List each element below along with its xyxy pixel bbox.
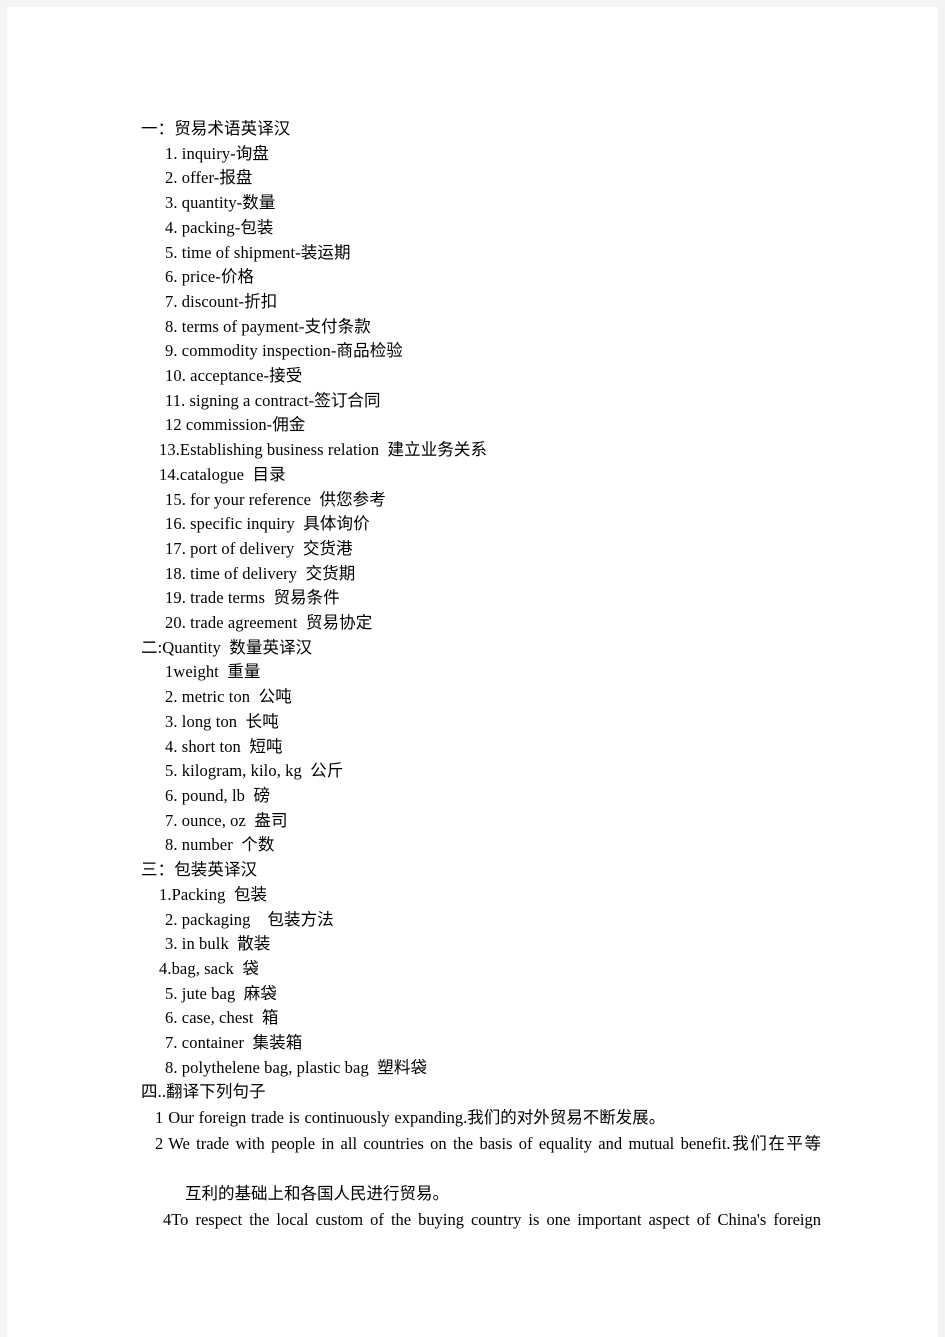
list-item: 2. metric ton 公吨 <box>165 687 292 707</box>
sentence-english: We trade with people in all countries on… <box>168 1133 731 1153</box>
list-item: 14.catalogue 目录 <box>159 464 286 484</box>
sentence-number: 4 <box>163 1209 172 1229</box>
section-heading: 四..翻译下列句子 <box>141 1082 266 1102</box>
list-item: 17. port of delivery 交货港 <box>165 538 353 558</box>
list-item: 4. short ton 短吨 <box>165 736 283 756</box>
sentence-item: 4To respect the local custom of the buyi… <box>141 1207 821 1258</box>
list-item: 6. case, chest 箱 <box>165 1008 279 1028</box>
list-item: 19. trade terms 贸易条件 <box>165 588 340 608</box>
sentence-line: 2 We trade with people in all countries o… <box>155 1131 821 1182</box>
section-sentence-translation: 四..翻译下列句子 1 Our foreign trade is continuo… <box>141 1080 821 1257</box>
list-item: 20. trade agreement 贸易协定 <box>165 613 373 633</box>
list-item: 9. commodity inspection-商品检验 <box>165 341 403 361</box>
section-heading: 二:Quantity 数量英译汉 <box>141 637 313 657</box>
list-item: 7. discount-折扣 <box>165 291 278 311</box>
sentence-number: 1 <box>155 1108 164 1128</box>
list-item: 4.bag, sack 袋 <box>159 958 259 978</box>
list-item: 13.Establishing business relation 建立业务关系 <box>159 440 488 460</box>
list-item: 12 commission-佣金 <box>165 415 306 435</box>
list-item: 1weight 重量 <box>165 662 261 682</box>
sentence-line: 4To respect the local custom of the buyi… <box>163 1210 821 1229</box>
list-item: 2. offer-报盘 <box>165 168 253 188</box>
sentence-chinese: 我们的对外贸易不断发展。 <box>467 1108 666 1128</box>
list-item: 8. number 个数 <box>165 835 275 855</box>
list-item: 3. in bulk 散装 <box>165 934 271 954</box>
list-item: 1.Packing 包装 <box>159 884 268 904</box>
list-item: 3. quantity-数量 <box>165 193 276 213</box>
list-item: 1. inquiry-询盘 <box>165 143 269 163</box>
list-item: 11. signing a contract-签订合同 <box>165 390 381 410</box>
list-item: 8. polythelene bag, plastic bag 塑料袋 <box>165 1057 428 1077</box>
list-item: 18. time of delivery 交货期 <box>165 563 356 583</box>
list-item: 15. for your reference 供您参考 <box>165 489 386 509</box>
sentence-continuation: 互利的基础上和各国人民进行贸易。 <box>185 1184 449 1204</box>
list-item: 4. packing-包装 <box>165 217 274 237</box>
section-trade-terms: 一：贸易术语英译汉 1. inquiry-询盘 2. offer-报盘 3. q… <box>141 117 821 636</box>
sentence-chinese: 我们在平等 <box>730 1133 821 1153</box>
list-item: 3. long ton 长吨 <box>165 711 279 731</box>
list-item: 8. terms of payment-支付条款 <box>165 316 371 336</box>
list-item: 6. pound, lb 磅 <box>165 785 271 805</box>
document-content: 一：贸易术语英译汉 1. inquiry-询盘 2. offer-报盘 3. q… <box>141 117 821 1258</box>
list-item: 5. kilogram, kilo, kg 公斤 <box>165 761 344 781</box>
list-item: 5. jute bag 麻袋 <box>165 983 277 1003</box>
section-heading: 三：包装英译汉 <box>141 860 258 880</box>
list-item: 16. specific inquiry 具体询价 <box>165 514 370 534</box>
document-page: 一：贸易术语英译汉 1. inquiry-询盘 2. offer-报盘 3. q… <box>7 7 938 1337</box>
list-item: 6. price-价格 <box>165 267 255 287</box>
list-item: 2. packaging 包装方法 <box>165 909 334 929</box>
sentence-item: 2 We trade with people in all countries o… <box>141 1131 821 1207</box>
list-item: 5. time of shipment-装运期 <box>165 242 351 262</box>
sentence-number: 2 <box>155 1133 164 1153</box>
sentence-english: To respect the local custom of the buyin… <box>171 1209 821 1229</box>
section-quantity: 二:Quantity 数量英译汉 1weight 重量 2. metric to… <box>141 636 821 858</box>
sentence-english: Our foreign trade is continuously expand… <box>168 1108 468 1128</box>
list-item: 7. container 集装箱 <box>165 1033 303 1053</box>
section-heading: 一：贸易术语英译汉 <box>141 119 291 138</box>
list-item: 10. acceptance-接受 <box>165 366 303 386</box>
section-packing: 三：包装英译汉 1.Packing 包装 2. packaging 包装方法 3… <box>141 858 821 1080</box>
sentence-item: 1 Our foreign trade is continuously expan… <box>141 1105 821 1130</box>
list-item: 7. ounce, oz 盎司 <box>165 810 288 830</box>
